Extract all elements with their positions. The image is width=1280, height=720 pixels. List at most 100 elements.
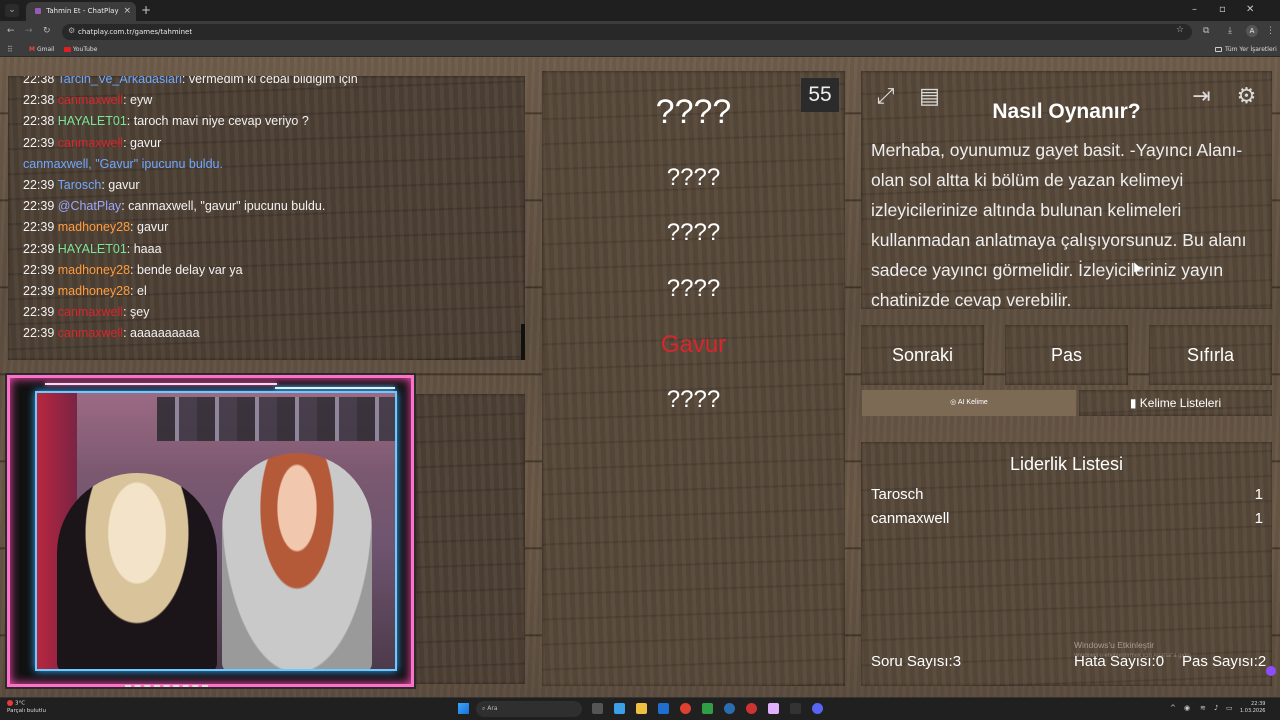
all-bookmarks-label: Tüm Yer İşaretleri	[1225, 46, 1277, 53]
weather-icon	[7, 700, 13, 706]
webcam-neon-accent	[45, 383, 277, 385]
opera-icon[interactable]	[768, 703, 779, 714]
leader-name: Tarosch	[871, 486, 924, 503]
leaderboard-row: Tarosch 1	[871, 483, 1263, 507]
weather-widget[interactable]: 3°C Parçalı bulutlu	[7, 700, 46, 715]
webcam-overlay	[5, 373, 416, 689]
tab-close-icon[interactable]: ×	[123, 2, 131, 21]
all-bookmarks[interactable]: Tüm Yer İşaretleri	[1215, 43, 1277, 56]
taskbar-search[interactable]: ⌕ Ara	[476, 701, 582, 717]
extensions-icon[interactable]: ⧉	[1203, 25, 1209, 38]
chat-timestamp: 22:39	[23, 199, 55, 214]
window-close-icon[interactable]: ✕	[1246, 3, 1254, 17]
reload-icon[interactable]: ↻	[43, 25, 51, 38]
chat-message: 22:39 @ChatPlay: canmaxwell, "gavur" ipu…	[23, 196, 358, 217]
forward-icon[interactable]: →	[25, 25, 33, 38]
minimize-icon[interactable]: –	[1192, 3, 1197, 17]
task-view-icon[interactable]	[592, 703, 603, 714]
chrome-icon[interactable]	[680, 703, 691, 714]
chat-timestamp: 22:39	[23, 262, 55, 277]
how-to-play-title: Nasıl Oynanır?	[992, 100, 1141, 123]
chat-username: HAYALET01	[57, 241, 127, 256]
file-explorer-icon[interactable]	[636, 703, 647, 714]
chat-message: 22:39 madhoney28: bende delay var ya	[23, 260, 358, 281]
chat-message: 22:39 canmaxwell: şey	[23, 302, 358, 323]
chat-text: : gavur	[130, 220, 169, 235]
profile-avatar[interactable]: A	[1246, 25, 1258, 37]
back-icon[interactable]: ←	[7, 25, 15, 38]
chat-message: 22:38 canmaxwell: eyw	[23, 90, 358, 111]
chat-timestamp: 22:39	[23, 177, 55, 192]
leaderboard-title: Liderlik Listesi	[1009, 454, 1124, 474]
chat-timestamp: 22:39	[23, 241, 55, 256]
chat-username: HAYALET01	[57, 114, 127, 129]
word-slot: ????	[666, 386, 721, 413]
edge-icon[interactable]	[614, 703, 625, 714]
chat-scrollbar[interactable]	[521, 324, 525, 360]
word-lists-button[interactable]: ▮ Kelime Listeleri	[1079, 390, 1272, 416]
gmail-icon: M	[29, 46, 35, 53]
chat-username: madhoney28	[57, 262, 131, 277]
site-info-icon[interactable]: ⚙	[68, 26, 75, 35]
chat-text: : canmaxwell, "gavur" ipucunu buldu.	[121, 199, 326, 214]
network-icon[interactable]: ◉	[1184, 703, 1190, 714]
store-icon[interactable]	[658, 703, 669, 714]
bookmark-label: YouTube	[73, 46, 98, 53]
chat-text: : aaaaaaaaaa	[123, 326, 200, 341]
wifi-icon[interactable]: ≋	[1200, 703, 1206, 714]
bookmark-youtube[interactable]: YouTube	[64, 43, 97, 56]
bookmark-star-icon[interactable]: ☆	[1176, 25, 1184, 35]
tab-bar: ⌄ Tahmin Et - ChatPlay × + – ▫ ✕	[0, 0, 1280, 21]
bookmark-label: Gmail	[36, 46, 55, 53]
tab-active[interactable]: Tahmin Et - ChatPlay ×	[26, 2, 136, 21]
ai-word-label: AI Kelime	[957, 399, 988, 406]
browser-menu-icon[interactable]: ⋮	[1266, 25, 1275, 38]
chat-username: canmaxwell	[57, 93, 124, 108]
tray-chevron-icon[interactable]: ^	[1170, 703, 1176, 714]
discord-icon[interactable]	[812, 703, 823, 714]
chat-message-list: 22:38 Tarcin_Ve_Arkadaslari: vermedim ki…	[23, 76, 358, 344]
chat-username: canmaxwell	[57, 305, 124, 320]
download-icon[interactable]: ⤓	[1228, 25, 1232, 38]
bookmarks-bar: ⠿ M Gmail YouTube Tüm Yer İşaretleri	[0, 42, 1280, 57]
chat-timestamp: 22:39	[23, 305, 55, 320]
epic-games-icon[interactable]	[790, 703, 801, 714]
maximize-icon[interactable]: ▫	[1219, 3, 1226, 17]
webcam-neon-accent	[275, 387, 395, 389]
apps-grid-icon[interactable]: ⠿	[7, 45, 13, 54]
chat-message: 22:39 canmaxwell: gavur	[23, 133, 358, 154]
address-bar-row: ← → ↻ ⚙ chatplay.com.tr/games/tahminet ☆…	[0, 21, 1280, 42]
chat-username: Tarcin_Ve_Arkadaslari	[57, 76, 182, 86]
pass-button[interactable]: Pas	[1005, 325, 1128, 385]
obs-icon[interactable]	[746, 703, 757, 714]
clock-time: 22:39	[1251, 701, 1266, 707]
taskbar-clock[interactable]: 22:39 1.03.2026	[1240, 701, 1265, 715]
next-button[interactable]: Sonraki	[861, 325, 984, 385]
xbox-icon[interactable]	[702, 703, 713, 714]
streamer-area-panel	[416, 394, 525, 684]
bookmark-gmail[interactable]: M Gmail	[29, 43, 55, 56]
start-icon[interactable]	[458, 703, 469, 714]
steam-icon[interactable]	[724, 703, 735, 714]
tab-search-icon[interactable]: ⌄	[5, 4, 19, 17]
watermark-line: Windows'u Etkinleştir	[1074, 640, 1155, 650]
leaderboard-row: canmaxwell 1	[871, 507, 1263, 531]
battery-icon[interactable]: ▭	[1226, 703, 1233, 714]
webcam-video	[35, 391, 397, 671]
new-tab-icon[interactable]: +	[141, 3, 151, 17]
chat-text: : şey	[123, 305, 150, 320]
extension-badge-icon[interactable]	[1266, 666, 1276, 676]
chat-message: 22:39 madhoney28: el	[23, 281, 358, 302]
chat-timestamp: 22:39	[23, 283, 55, 298]
reset-button[interactable]: Sıfırla	[1149, 325, 1272, 385]
chat-timestamp: 22:38	[23, 93, 55, 108]
chat-username: canmaxwell	[57, 326, 124, 341]
chat-timestamp: 22:38	[23, 114, 55, 129]
ai-word-button[interactable]: ◎ AI Kelime	[862, 390, 1076, 416]
volume-icon[interactable]: ♪	[1214, 703, 1218, 714]
chat-text: : gavur	[101, 177, 140, 192]
pass-count: Pas Sayısı:2	[1182, 653, 1267, 670]
omnibox[interactable]: ⚙ chatplay.com.tr/games/tahminet ☆	[62, 24, 1192, 40]
folder-icon	[1215, 47, 1222, 52]
how-to-play-panel: ⤢ ▤ ⇥ ⚙ Nasıl Oynanır? Merhaba, oyunumuz…	[861, 71, 1272, 310]
